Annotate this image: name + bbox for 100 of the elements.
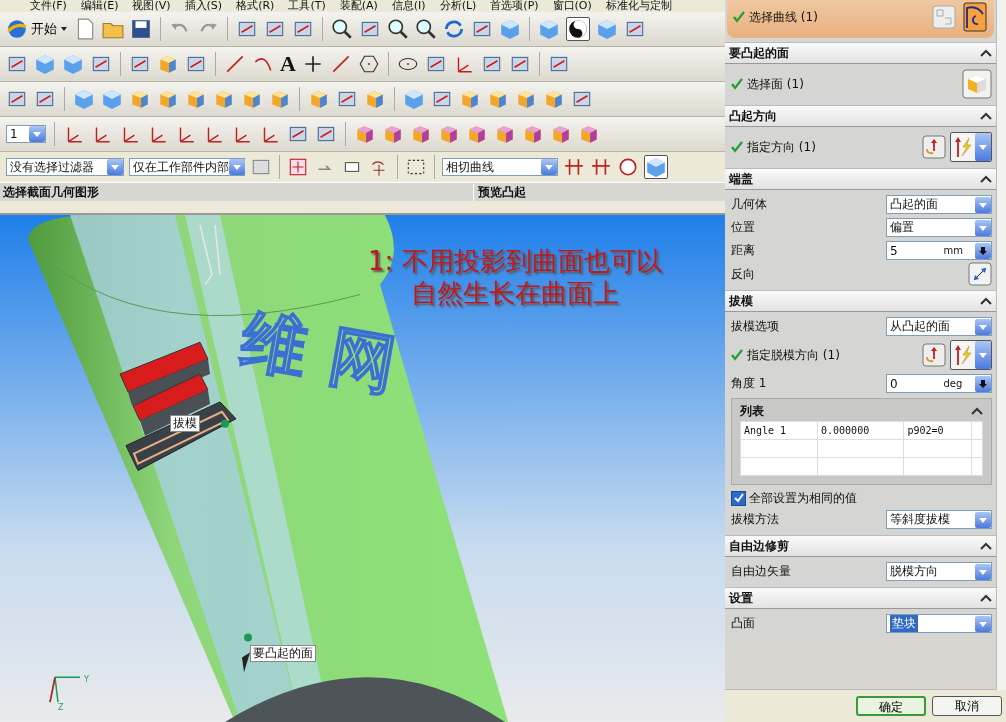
block-icon[interactable] [487, 88, 509, 110]
block-icon[interactable] [522, 123, 544, 145]
cube-face-icon[interactable] [962, 69, 992, 99]
value-field[interactable]: 0 deg [886, 374, 992, 393]
block-icon[interactable] [157, 88, 179, 110]
field-label: 几何体 [731, 196, 767, 213]
menu-item[interactable]: 分析(L) [439, 0, 477, 12]
block-icon[interactable] [466, 123, 488, 145]
axis-label: Z [58, 703, 64, 712]
down-arrow-icon [978, 245, 988, 256]
menu-item[interactable]: 窗口(O) [552, 0, 592, 12]
globe-icon [6, 18, 28, 40]
value-field[interactable]: 5 mm [886, 241, 992, 260]
menu-item[interactable]: 装配(A) [339, 0, 378, 12]
reverse-direction-icon[interactable] [968, 262, 992, 286]
section-header[interactable]: 端盖 [725, 168, 996, 190]
block-icon[interactable] [494, 123, 516, 145]
chevron-icon[interactable] [980, 112, 992, 120]
field-label: 自由边矢量 [731, 563, 791, 580]
scrollbar[interactable] [996, 0, 1006, 690]
section-header[interactable]: 要凸起的面 [725, 42, 996, 64]
snap-point-icon[interactable] [287, 156, 309, 178]
option-select[interactable]: 垫块 [886, 614, 992, 633]
zoom-icon[interactable] [387, 18, 409, 40]
block-icon[interactable] [364, 88, 386, 110]
tool-icon[interactable] [563, 156, 585, 178]
annotation-text: 1: 不用投影到曲面也可以 [368, 245, 662, 277]
chevron-icon[interactable] [980, 542, 992, 550]
handle-marker-icon [242, 633, 252, 673]
block-icon[interactable] [382, 123, 404, 145]
text-tool-button[interactable]: A [280, 53, 296, 75]
option-select[interactable]: 偏置 [886, 218, 992, 237]
curve-icon[interactable] [960, 2, 990, 32]
section-header[interactable]: 拔模 [725, 290, 996, 312]
cube-icon[interactable] [644, 155, 668, 179]
block-icon[interactable] [459, 88, 481, 110]
vector-dialog-icon[interactable] [922, 135, 946, 159]
menu-item[interactable]: 格式(R) [236, 0, 275, 12]
block-icon[interactable] [578, 123, 600, 145]
layer-select[interactable]: 1 [6, 125, 46, 143]
block-icon[interactable] [410, 123, 432, 145]
option-select[interactable]: 凸起的面 [886, 195, 992, 214]
chevron-icon[interactable] [971, 407, 983, 415]
dialog-button[interactable]: 确定 [856, 696, 926, 716]
block-icon[interactable] [550, 123, 572, 145]
graphics-window[interactable]: 1: 不用投影到曲面也可以 自然生长在曲面上 维网 拔模 要凸起的面 Y Z [0, 215, 725, 722]
handle-label: 拔模 [170, 415, 200, 432]
zoom-icon[interactable] [415, 18, 437, 40]
block-icon[interactable] [213, 88, 235, 110]
option-select[interactable]: 脱模方向 [886, 562, 992, 581]
caret-icon [60, 25, 68, 33]
hexagon-icon[interactable] [357, 53, 380, 75]
option-select[interactable]: 等斜度拔模 [886, 510, 992, 529]
menu-item[interactable]: 工具(T) [288, 0, 326, 12]
save-icon[interactable] [130, 18, 152, 40]
scope-filter-select[interactable]: 仅在工作部件内部 [129, 158, 245, 176]
block-icon[interactable] [515, 88, 537, 110]
inferred-vector-dropdown[interactable] [950, 340, 992, 370]
block-icon[interactable] [185, 88, 207, 110]
zoom-icon[interactable] [331, 18, 353, 40]
dropdown-arrow-icon [110, 162, 120, 172]
checkmark-icon [731, 349, 743, 361]
chevron-icon[interactable] [980, 49, 992, 57]
menu-item[interactable]: 标准化与定制 [605, 0, 672, 12]
chevron-icon[interactable] [980, 175, 992, 183]
block-icon[interactable] [269, 88, 291, 110]
vector-dialog-icon[interactable] [922, 343, 946, 367]
dialog-button[interactable]: 取消 [932, 696, 1002, 716]
block-icon[interactable] [438, 123, 460, 145]
section-header[interactable]: 设置 [725, 587, 996, 609]
section-title: 设置 [729, 589, 753, 607]
block-icon[interactable] [354, 123, 376, 145]
menu-item[interactable]: 首选项(P) [490, 0, 539, 12]
inferred-vector-dropdown[interactable] [950, 132, 992, 162]
menu-item[interactable]: 视图(V) [132, 0, 171, 12]
block-icon[interactable] [241, 88, 263, 110]
shaded-sphere-icon[interactable] [566, 17, 590, 41]
block-icon[interactable] [129, 88, 151, 110]
list-title: 列表 [740, 402, 764, 420]
option-select[interactable]: 从凸起的面 [886, 317, 992, 336]
block-icon[interactable] [308, 88, 330, 110]
line-icon[interactable] [224, 53, 246, 75]
chevron-icon[interactable] [980, 594, 992, 602]
curve-rule-select[interactable]: 相切曲线 [442, 158, 558, 176]
menu-item[interactable]: 编辑(E) [80, 0, 119, 12]
menu-item[interactable]: 文件(F) [30, 0, 67, 12]
checkbox[interactable] [731, 490, 746, 506]
menu-item[interactable]: 插入(S) [184, 0, 223, 12]
chevron-icon[interactable] [980, 297, 992, 305]
section-header[interactable]: 凸起方向 [725, 105, 996, 127]
section-header[interactable]: 自由边修剪 [725, 535, 996, 557]
tool-icon[interactable] [617, 156, 639, 178]
type-filter-select[interactable]: 没有选择过滤器 [6, 158, 124, 176]
start-button[interactable]: 开始 [6, 18, 68, 40]
rotate-icon[interactable] [443, 18, 465, 40]
annotation-text: 自然生长在曲面上 [409, 277, 620, 309]
block-icon[interactable] [543, 88, 565, 110]
tool-icon[interactable] [590, 156, 612, 178]
block-icon[interactable] [157, 53, 179, 75]
menu-item[interactable]: 信息(I) [391, 0, 426, 12]
